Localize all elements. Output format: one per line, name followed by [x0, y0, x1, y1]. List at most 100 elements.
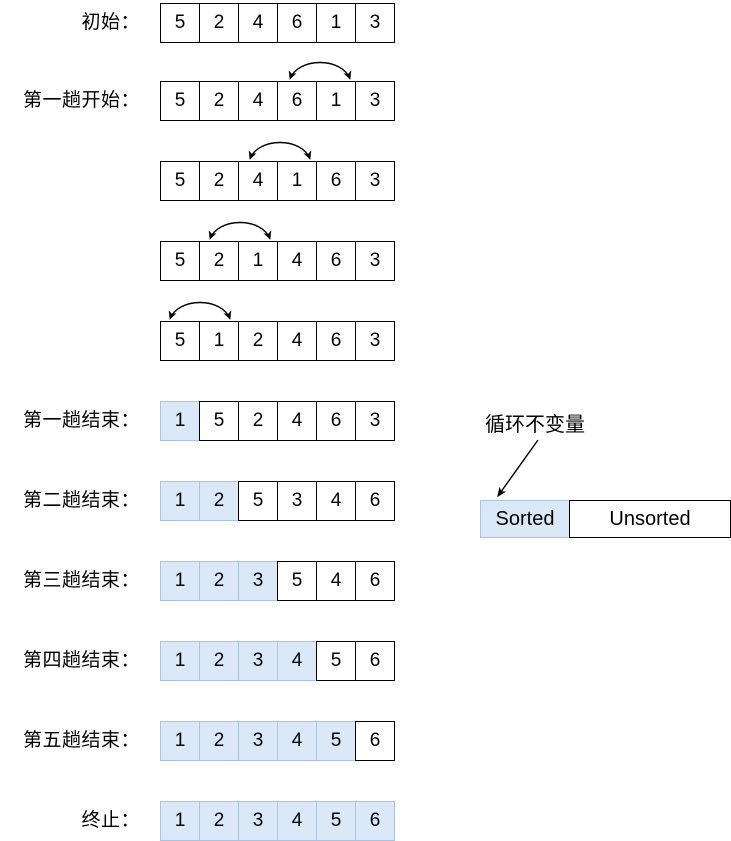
array-cell: 1 [160, 561, 200, 601]
array-cell: 2 [199, 3, 239, 43]
swap-arrow-path [208, 221, 272, 240]
array-cell: 6 [355, 561, 395, 601]
array-cell: 5 [316, 641, 356, 681]
legend-caption: 循环不变量 [485, 414, 585, 436]
array-cell: 2 [238, 401, 278, 441]
array-cell: 3 [355, 241, 395, 281]
array-cell: 5 [160, 161, 200, 201]
array-cell: 2 [199, 481, 239, 521]
array-cell: 3 [238, 641, 278, 681]
array-cell: 5 [160, 81, 200, 121]
array-cell: 4 [277, 641, 317, 681]
array-cell: 1 [160, 641, 200, 681]
sort-step-row: 第一趟结束： 1 5 2 4 6 3 [0, 401, 731, 441]
array-cell: 3 [238, 801, 278, 841]
step-label: 第三趟结束： [22, 570, 140, 591]
bubble-sort-diagram: 初始： 5 2 4 6 1 3 第一趟开始： 5 2 4 6 1 3 5 2 4 1 6 3 5 2 1 4 6 3 5 1 2 4 6 3 第… [0, 0, 731, 841]
step-label: 第四趟结束： [22, 650, 140, 671]
array-cell: 2 [238, 321, 278, 361]
sort-step-row: 终止： 1 2 3 4 5 6 [0, 801, 731, 841]
array-cell: 6 [316, 321, 356, 361]
array-row: 152463 [160, 401, 395, 441]
array-row: 123456 [160, 801, 395, 841]
array-cell: 6 [277, 3, 317, 43]
swap-arrow [240, 135, 320, 163]
array-cell: 1 [160, 481, 200, 521]
array-cell: 2 [199, 561, 239, 601]
array-cell: 1 [238, 241, 278, 281]
array-row: 521463 [160, 241, 395, 281]
sort-step-row: 第三趟结束： 1 2 3 5 4 6 [0, 561, 731, 601]
array-cell: 5 [316, 801, 356, 841]
legend-sorted-box: Sorted [480, 500, 570, 538]
swap-arrow-path [168, 301, 232, 320]
swap-arrow [280, 55, 360, 83]
array-cell: 2 [199, 81, 239, 121]
array-cell: 6 [277, 81, 317, 121]
legend-boxes: Sorted Unsorted [480, 500, 731, 538]
step-label [0, 161, 140, 201]
array-cell: 4 [316, 561, 356, 601]
array-cell: 4 [277, 801, 317, 841]
sort-step-row: 第一趟开始： 5 2 4 6 1 3 [0, 61, 731, 121]
array-cell: 1 [160, 721, 200, 761]
swap-arrow-graphic [288, 61, 352, 80]
swap-arrow-path [288, 61, 352, 80]
array-cell: 4 [238, 161, 278, 201]
swap-arrow-graphic [168, 301, 232, 320]
swap-arrow-graphic [208, 221, 272, 240]
array-cell: 5 [238, 481, 278, 521]
array-cell: 5 [160, 241, 200, 281]
array-row: 123456 [160, 641, 395, 681]
step-label: 终止： [81, 810, 140, 831]
array-cell: 6 [355, 481, 395, 521]
array-cell: 4 [238, 3, 278, 43]
array-row: 123456 [160, 721, 395, 761]
array-cell: 2 [199, 801, 239, 841]
array-cell: 5 [277, 561, 317, 601]
array-cell: 5 [199, 401, 239, 441]
array-cell: 2 [199, 721, 239, 761]
sort-step-row: 524163 [0, 141, 731, 201]
array-row: 524613 [160, 81, 395, 121]
array-cell: 3 [355, 401, 395, 441]
array-cell: 1 [277, 161, 317, 201]
array-cell: 3 [238, 561, 278, 601]
swap-arrow-graphic [248, 141, 312, 160]
array-cell: 2 [199, 641, 239, 681]
array-cell: 6 [316, 161, 356, 201]
array-cell: 6 [316, 241, 356, 281]
step-label [0, 321, 140, 361]
array-cell: 6 [355, 721, 395, 761]
swap-arrow [160, 295, 240, 323]
swap-arrow [200, 215, 280, 243]
array-cell: 2 [199, 161, 239, 201]
array-row: 125346 [160, 481, 395, 521]
array-row: 512463 [160, 321, 395, 361]
swap-arrow-path [248, 141, 312, 160]
step-label: 第二趟结束： [22, 490, 140, 511]
array-row: 524613 [160, 3, 395, 43]
array-row: 123546 [160, 561, 395, 601]
array-cell: 2 [199, 241, 239, 281]
step-label: 第一趟结束： [22, 410, 140, 431]
sort-step-row: 512463 [0, 301, 731, 361]
array-cell: 4 [277, 321, 317, 361]
array-cell: 1 [316, 81, 356, 121]
sort-step-row: 初始： 5 2 4 6 1 3 [0, 3, 731, 43]
array-cell: 6 [316, 401, 356, 441]
array-cell: 5 [160, 3, 200, 43]
array-cell: 1 [160, 801, 200, 841]
array-cell: 6 [355, 801, 395, 841]
array-cell: 4 [277, 721, 317, 761]
sort-step-row: 521463 [0, 221, 731, 281]
array-cell: 4 [277, 401, 317, 441]
array-cell: 5 [160, 321, 200, 361]
sort-step-row: 第五趟结束： 1 2 3 4 5 6 [0, 721, 731, 761]
step-label: 第五趟结束： [22, 730, 140, 751]
array-cell: 3 [277, 481, 317, 521]
array-cell: 5 [316, 721, 356, 761]
array-row: 524163 [160, 161, 395, 201]
array-cell: 6 [355, 641, 395, 681]
array-cell: 3 [238, 721, 278, 761]
